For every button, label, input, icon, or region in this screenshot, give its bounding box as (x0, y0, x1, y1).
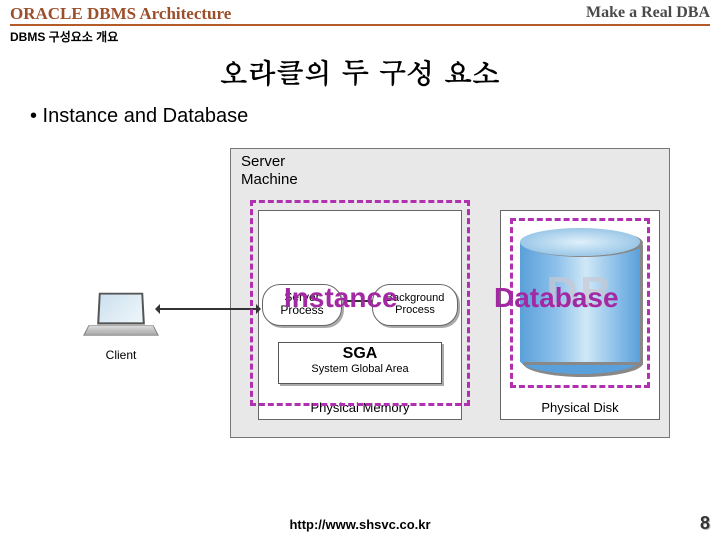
header-title-right: Make a Real DBA (546, 4, 710, 26)
architecture-diagram: Server Machine Physical Memory Server Pr… (0, 138, 720, 478)
slide-header: ORACLE DBMS Architecture Make a Real DBA (0, 0, 720, 26)
client-double-arrow-icon (156, 308, 260, 310)
footer-url: http://www.shsvc.co.kr (0, 517, 720, 532)
slide-subtitle: DBMS 구성요소 개요 (0, 26, 720, 47)
client-label: Client (86, 348, 156, 362)
header-title-left: ORACLE DBMS Architecture (10, 4, 546, 26)
slide-title: 오라클의 두 구성 요소 (0, 51, 720, 91)
instance-overlay-label: Instance (284, 282, 398, 314)
database-overlay-label: Database (494, 282, 619, 314)
server-machine-label: Server Machine (241, 153, 298, 189)
physical-disk-label: Physical Disk (501, 400, 659, 415)
client-laptop-icon (86, 292, 156, 342)
page-number: 8 (700, 513, 710, 534)
bullet-instance-database: • Instance and Database (0, 105, 720, 128)
